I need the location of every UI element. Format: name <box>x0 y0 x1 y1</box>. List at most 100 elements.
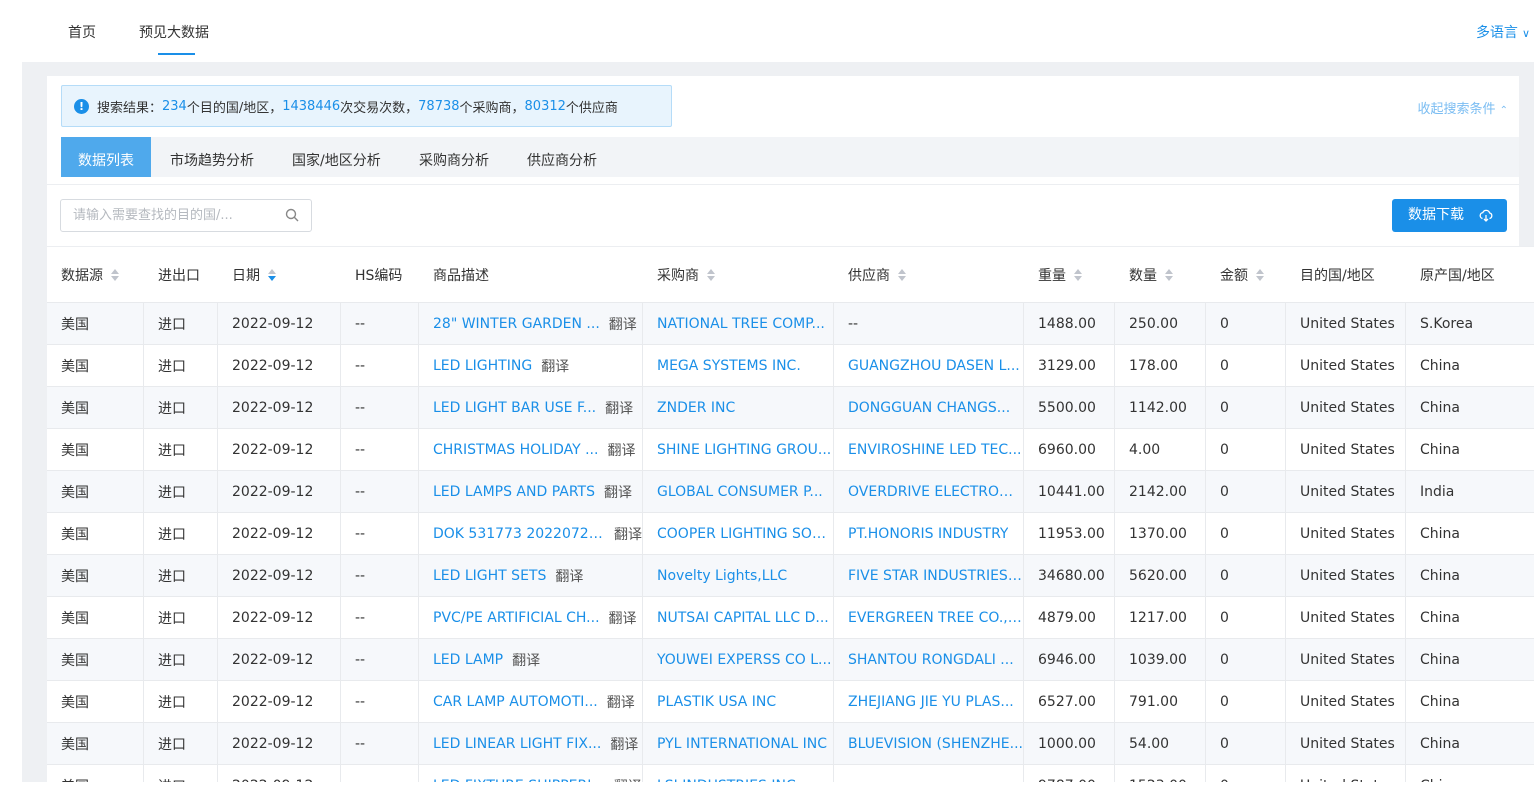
header-weight[interactable]: 重量 <box>1024 247 1115 302</box>
supplier-value[interactable]: ZHEJIANG JIE YU PLAS... <box>848 694 1014 710</box>
translate-button[interactable]: 翻译 <box>541 356 569 376</box>
buyer-value[interactable]: YOUWEI EXPERSS CO L... <box>657 652 831 668</box>
buyer-value[interactable]: GLOBAL CONSUMER P... <box>657 484 823 500</box>
translate-button[interactable]: 翻译 <box>605 398 633 418</box>
cell-product-description[interactable]: CAR LAMP AUTOMOTI... 翻译 <box>419 681 643 722</box>
translate-button[interactable]: 翻译 <box>555 566 583 586</box>
product-description-value[interactable]: DOK 531773 20220726... <box>433 526 605 542</box>
translate-button[interactable]: 翻译 <box>614 524 642 544</box>
cell-supplier[interactable]: ENVIROSHINE LED TEC... <box>834 429 1024 470</box>
translate-button[interactable]: 翻译 <box>609 608 637 628</box>
sort-icon[interactable] <box>898 268 906 282</box>
product-description-value[interactable]: LED LAMPS AND PARTS <box>433 484 595 500</box>
buyer-value[interactable]: ZNDER INC <box>657 400 735 416</box>
cell-buyer[interactable]: Novelty Lights,LLC <box>643 555 834 596</box>
header-data-source[interactable]: 数据源 <box>47 247 144 302</box>
supplier-value[interactable]: OVERDRIVE ELECTRONI... <box>848 484 1023 500</box>
cell-supplier[interactable]: DONGGUAN CHANGS... <box>834 387 1024 428</box>
search-icon[interactable] <box>285 208 299 222</box>
cell-buyer[interactable]: NUTSAI CAPITAL LLC D... <box>643 597 834 638</box>
cell-product-description[interactable]: LED LIGHT SETS 翻译 <box>419 555 643 596</box>
tab-supplier-analysis[interactable]: 供应商分析 <box>510 137 614 177</box>
supplier-value[interactable]: DONGGUAN CHANGS... <box>848 400 1010 416</box>
translate-button[interactable]: 翻译 <box>610 734 638 754</box>
nav-home[interactable]: 首页 <box>68 22 96 42</box>
cell-product-description[interactable]: PVC/PE ARTIFICIAL CH... 翻译 <box>419 597 643 638</box>
collapse-search-button[interactable]: 收起搜索条件 ⌃ <box>1417 98 1508 117</box>
cell-buyer[interactable]: SHINE LIGHTING GROU... <box>643 429 834 470</box>
header-quantity[interactable]: 数量 <box>1115 247 1206 302</box>
header-supplier[interactable]: 供应商 <box>834 247 1024 302</box>
cell-product-description[interactable]: LED LIGHTING 翻译 <box>419 345 643 386</box>
cell-supplier[interactable]: GUANGZHOU DASEN L... <box>834 345 1024 386</box>
tab-buyer-analysis[interactable]: 采购商分析 <box>402 137 506 177</box>
header-buyer[interactable]: 采购商 <box>643 247 834 302</box>
cell-product-description[interactable]: DOK 531773 20220726... 翻译 <box>419 513 643 554</box>
cell-product-description[interactable]: 28" WINTER GARDEN ... 翻译 <box>419 303 643 344</box>
supplier-value[interactable]: GUANGZHOU DASEN L... <box>848 358 1020 374</box>
cell-buyer[interactable]: GLOBAL CONSUMER P... <box>643 471 834 512</box>
sort-icon[interactable] <box>268 268 276 282</box>
header-amount[interactable]: 金额 <box>1206 247 1286 302</box>
cell-product-description[interactable]: LED LINEAR LIGHT FIX... 翻译 <box>419 723 643 764</box>
product-description-value[interactable]: CAR LAMP AUTOMOTI... <box>433 694 598 710</box>
buyer-value[interactable]: SHINE LIGHTING GROU... <box>657 442 831 458</box>
tab-country-analysis[interactable]: 国家/地区分析 <box>275 137 398 177</box>
cell-buyer[interactable]: MEGA SYSTEMS INC. <box>643 345 834 386</box>
cell-product-description[interactable]: CHRISTMAS HOLIDAY ... 翻译 <box>419 429 643 470</box>
cell-buyer[interactable]: YOUWEI EXPERSS CO L... <box>643 639 834 680</box>
sort-icon[interactable] <box>707 268 715 282</box>
sort-icon[interactable] <box>1165 268 1173 282</box>
cell-supplier[interactable]: OVERDRIVE ELECTRONI... <box>834 471 1024 512</box>
cell-buyer[interactable]: LSI INDUSTRIES INC <box>643 765 834 782</box>
cell-supplier[interactable]: FIVE STAR INDUSTRIES ... <box>834 555 1024 596</box>
nav-bigdata[interactable]: 预见大数据 <box>139 22 209 42</box>
cell-product-description[interactable]: LED LAMP 翻译 <box>419 639 643 680</box>
supplier-value[interactable]: EVERGREEN TREE CO.,L... <box>848 610 1023 626</box>
buyer-value[interactable]: Novelty Lights,LLC <box>657 568 787 584</box>
buyer-value[interactable]: NUTSAI CAPITAL LLC D... <box>657 610 829 626</box>
translate-button[interactable]: 翻译 <box>604 482 632 502</box>
supplier-value[interactable]: PT.HONORIS INDUSTRY <box>848 526 1008 542</box>
cell-buyer[interactable]: COOPER LIGHTING SOL... <box>643 513 834 554</box>
cell-product-description[interactable]: LED LIGHT BAR USE F... 翻译 <box>419 387 643 428</box>
buyer-value[interactable]: MEGA SYSTEMS INC. <box>657 358 801 374</box>
product-description-value[interactable]: LED LINEAR LIGHT FIX... <box>433 736 601 752</box>
product-description-value[interactable]: LED LIGHTING <box>433 358 532 374</box>
product-description-value[interactable]: LED LIGHT SETS <box>433 568 546 584</box>
cell-supplier[interactable]: ZHEJIANG JIE YU PLAS... <box>834 681 1024 722</box>
sort-icon[interactable] <box>1256 268 1264 282</box>
download-button[interactable]: 数据下载 <box>1392 199 1507 232</box>
language-selector[interactable]: 多语言 ∨ <box>1476 22 1530 42</box>
cell-buyer[interactable]: PLASTIK USA INC <box>643 681 834 722</box>
cell-supplier[interactable]: PT.HONORIS INDUSTRY <box>834 513 1024 554</box>
buyer-value[interactable]: NATIONAL TREE COMP... <box>657 316 825 332</box>
cell-buyer[interactable]: NATIONAL TREE COMP... <box>643 303 834 344</box>
translate-button[interactable]: 翻译 <box>609 314 637 334</box>
cell-product-description[interactable]: LED LAMPS AND PARTS 翻译 <box>419 471 643 512</box>
supplier-value[interactable]: FIVE STAR INDUSTRIES ... <box>848 568 1023 584</box>
product-description-value[interactable]: 28" WINTER GARDEN ... <box>433 316 600 332</box>
cell-product-description[interactable]: LED FIXTURE SHIPPERI...翻译 <box>419 765 643 782</box>
product-description-value[interactable]: PVC/PE ARTIFICIAL CH... <box>433 610 600 626</box>
product-description-value[interactable]: CHRISTMAS HOLIDAY ... <box>433 442 598 458</box>
supplier-value[interactable]: BLUEVISION (SHENZHE... <box>848 736 1023 752</box>
buyer-value[interactable]: PLASTIK USA INC <box>657 694 776 710</box>
cell-supplier[interactable]: BLUEVISION (SHENZHE... <box>834 723 1024 764</box>
supplier-value[interactable]: ENVIROSHINE LED TEC... <box>848 442 1021 458</box>
cell-supplier[interactable]: EVERGREEN TREE CO.,L... <box>834 597 1024 638</box>
product-description-value[interactable]: LED LAMP <box>433 652 503 668</box>
sort-icon[interactable] <box>1074 268 1082 282</box>
header-date[interactable]: 日期 <box>218 247 341 302</box>
translate-button[interactable]: 翻译 <box>607 692 635 712</box>
cell-supplier[interactable]: SHANTOU RONGDALI ... <box>834 639 1024 680</box>
supplier-value[interactable]: SHANTOU RONGDALI ... <box>848 652 1014 668</box>
tab-market-trend[interactable]: 市场趋势分析 <box>153 137 271 177</box>
cell-buyer[interactable]: ZNDER INC <box>643 387 834 428</box>
product-description-value[interactable]: LED LIGHT BAR USE F... <box>433 400 596 416</box>
buyer-value[interactable]: PYL INTERNATIONAL INC <box>657 736 827 752</box>
translate-button[interactable]: 翻译 <box>512 650 540 670</box>
destination-search-input[interactable]: 请输入需要查找的目的国/... <box>60 199 312 232</box>
buyer-value[interactable]: COOPER LIGHTING SOL... <box>657 526 833 542</box>
translate-button[interactable]: 翻译 <box>607 440 635 460</box>
